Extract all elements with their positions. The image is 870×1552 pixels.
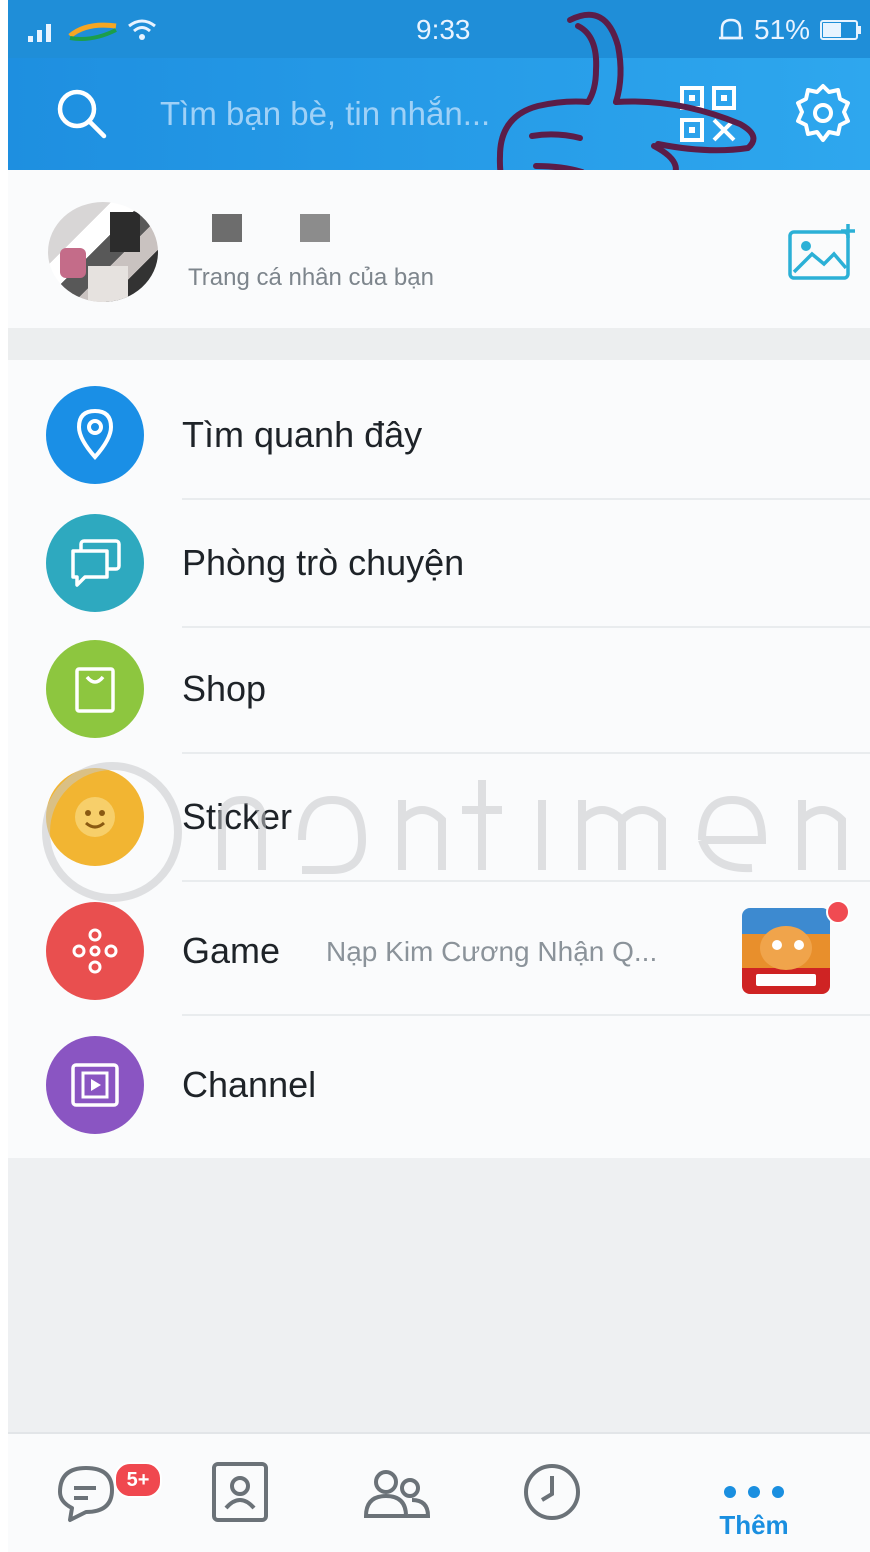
chat-rooms-icon	[46, 514, 144, 612]
channel-icon	[46, 1036, 144, 1134]
tab-timeline[interactable]	[482, 1434, 622, 1552]
menu-item-label: Game	[182, 930, 281, 971]
gear-icon[interactable]	[792, 82, 854, 144]
timeline-clock-icon	[524, 1464, 580, 1520]
signal-icon	[28, 24, 51, 42]
app-screen: 9:33 51% Tìm bạn bè, tin nhắn... Trang c…	[8, 0, 870, 1552]
app-header	[8, 11, 870, 241]
profile-card[interactable]: Trang cá nhân của bạn	[8, 170, 870, 328]
messages-icon	[58, 1466, 114, 1522]
menu-item-sticker[interactable]: Sticker	[8, 752, 870, 882]
menu-item-shop[interactable]: Shop	[8, 624, 870, 754]
empty-area	[8, 1158, 870, 1432]
divider	[182, 880, 870, 882]
groups-icon	[363, 1470, 431, 1518]
profile-name-redacted	[212, 214, 242, 242]
tab-contacts[interactable]	[170, 1434, 310, 1552]
contacts-icon	[212, 1462, 268, 1522]
location-pin-icon	[46, 386, 144, 484]
bottom-nav: 5+ Thêm	[8, 1432, 870, 1552]
carrier-icon	[68, 22, 117, 41]
tab-more-label: Thêm	[719, 1510, 789, 1540]
search-icon[interactable]	[52, 84, 110, 142]
battery-icon	[820, 20, 861, 40]
battery-percent: 51%	[754, 14, 811, 45]
shopping-bag-icon	[46, 640, 144, 738]
menu-item-chat-rooms[interactable]: Phòng trò chuyện	[8, 498, 870, 628]
status-time: 9:33	[416, 14, 471, 45]
profile-name-redacted	[300, 214, 330, 242]
tab-more[interactable]: Thêm	[684, 1434, 824, 1552]
menu-item-label: Shop	[182, 668, 267, 709]
alarm-icon	[719, 18, 743, 40]
game-promo-text: Nạp Kim Cương Nhận Q...	[326, 936, 658, 967]
sticker-icon	[46, 768, 144, 866]
menu-item-nearby[interactable]: Tìm quanh đây	[8, 370, 870, 500]
add-photo-icon[interactable]	[786, 222, 858, 282]
menu-item-game[interactable]: Game Nạp Kim Cương Nhận Q...	[8, 886, 870, 1016]
menu-item-channel[interactable]: Channel	[8, 1020, 870, 1150]
section-gap	[8, 328, 870, 360]
qr-icon[interactable]	[678, 84, 738, 144]
status-bar: 9:33 51%	[8, 0, 870, 58]
menu-item-label: Tìm quanh đây	[182, 414, 423, 455]
avatar	[48, 202, 158, 302]
divider	[182, 1014, 870, 1016]
wifi-icon	[128, 19, 156, 40]
menu-item-label: Sticker	[182, 796, 293, 837]
menu-item-label: Phòng trò chuyện	[182, 542, 465, 583]
search-input[interactable]	[158, 88, 582, 140]
profile-subtitle: Trang cá nhân của bạn	[188, 264, 434, 291]
menu-item-label: Channel	[182, 1064, 317, 1105]
messages-badge: 5+	[114, 1462, 162, 1498]
tab-groups[interactable]	[326, 1434, 466, 1552]
notification-dot	[826, 900, 850, 924]
feature-menu: Tìm quanh đây Phòng trò chuyện Shop Stic…	[8, 360, 870, 1158]
tab-messages[interactable]: 5+	[18, 1434, 162, 1552]
gamepad-icon	[46, 902, 144, 1000]
game-thumbnail[interactable]	[742, 908, 830, 994]
